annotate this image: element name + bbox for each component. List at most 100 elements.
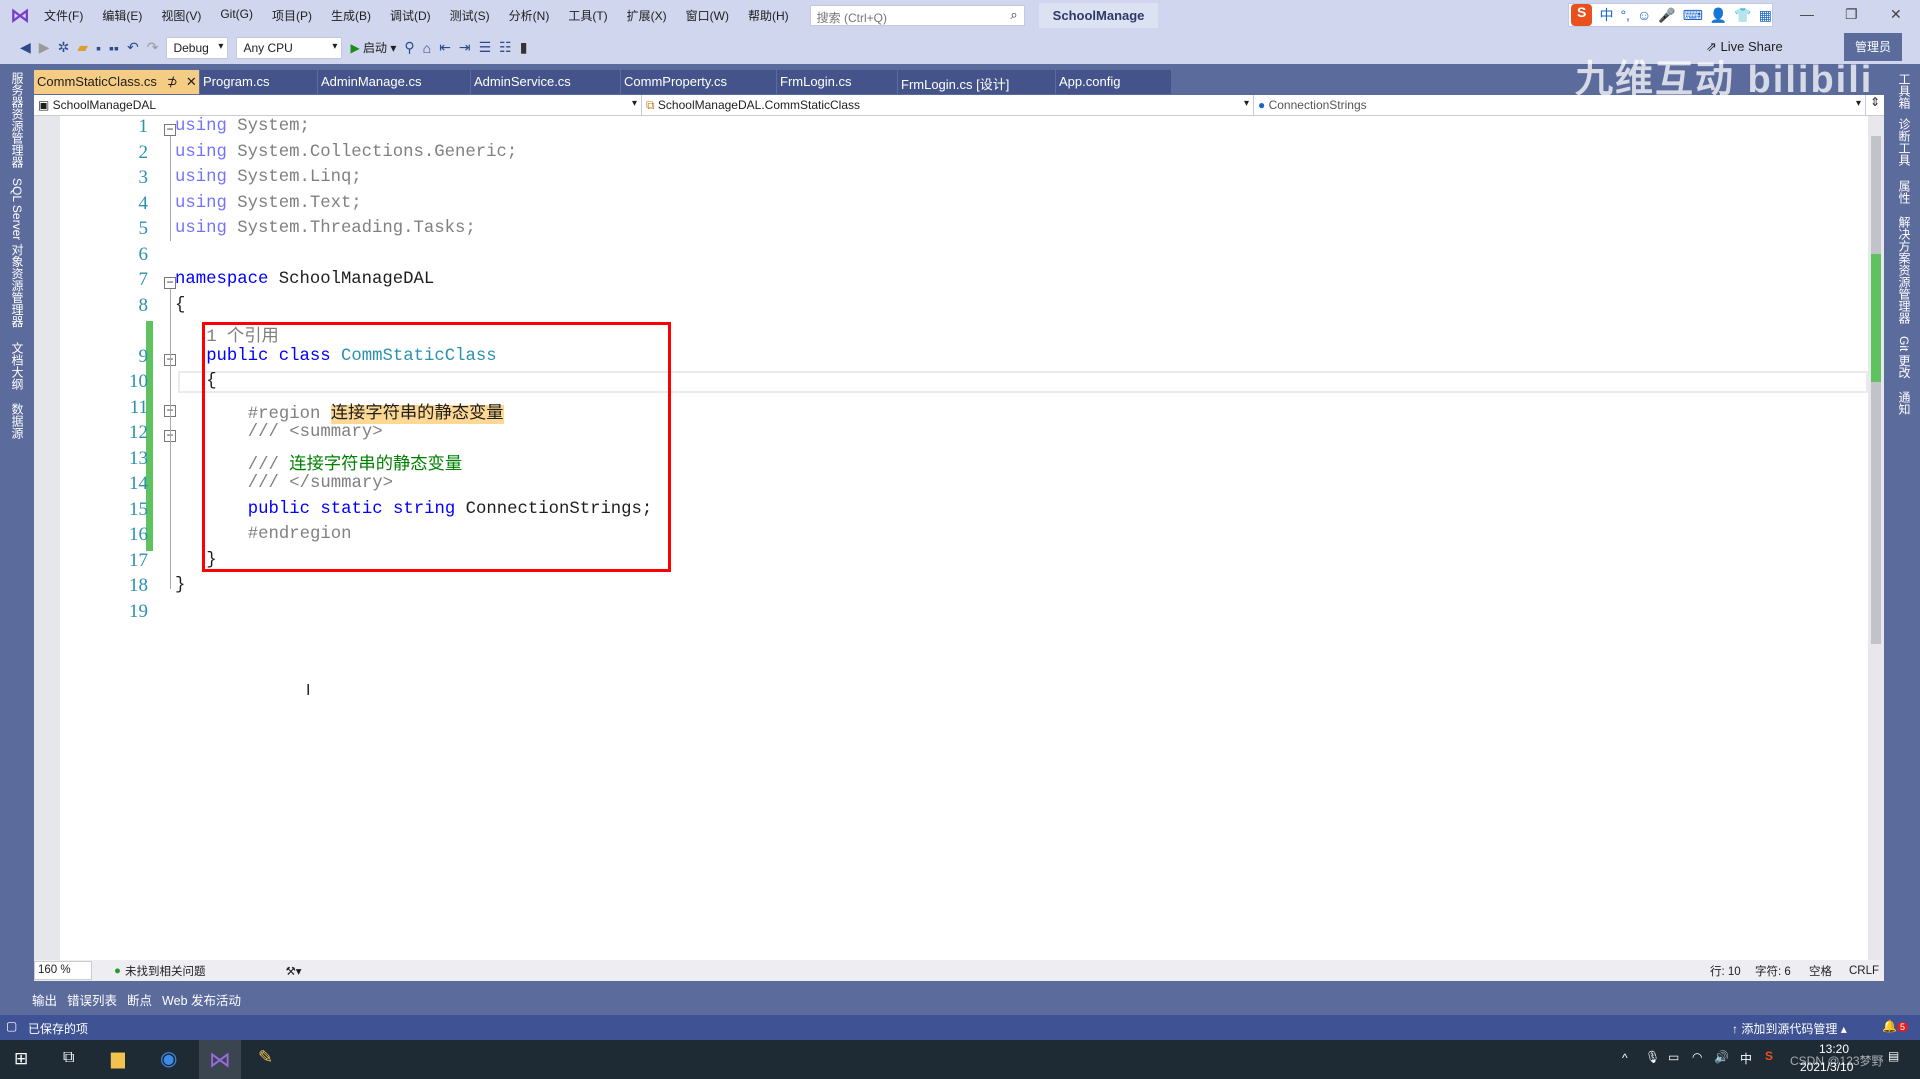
code-cleanup-icon[interactable]: ⚒▾ xyxy=(285,964,301,978)
char-indicator[interactable]: 字符: 6 xyxy=(1755,963,1791,979)
bookmark-icon[interactable]: ▮ xyxy=(520,39,528,56)
issues-status[interactable]: 未找到相关问题 xyxy=(125,963,206,979)
split-icon[interactable]: ⇕ xyxy=(1866,95,1884,115)
minimize-button[interactable]: — xyxy=(1800,6,1814,22)
visual-studio-logo-icon[interactable]: ⋈ xyxy=(10,5,32,27)
notification-bell-icon[interactable]: 🔔 5 xyxy=(1882,1019,1908,1033)
whitespace-indicator[interactable]: 空格 xyxy=(1809,963,1832,979)
wifi-icon[interactable]: ◠ xyxy=(1692,1050,1702,1064)
panel-diagnostics[interactable]: 诊断工具 xyxy=(1896,118,1913,166)
menu-item[interactable]: 编辑(E) xyxy=(102,7,142,24)
ime-button[interactable]: ⌨ xyxy=(1683,7,1703,24)
start-button[interactable]: ▶ 启动 ▾ xyxy=(350,39,396,56)
menu-item[interactable]: 文件(F) xyxy=(44,7,83,24)
tab-commstaticclass-cs[interactable]: CommStaticClass.cs ⊅ ✕ xyxy=(34,70,200,94)
action-center-icon[interactable]: ▤ xyxy=(1888,1049,1899,1063)
line-indicator[interactable]: 行: 10 xyxy=(1710,963,1741,979)
bottom-tab[interactable]: 断点 xyxy=(127,990,152,1009)
menu-item[interactable]: 分析(N) xyxy=(509,7,550,24)
sogou-tray-icon[interactable]: S xyxy=(1765,1049,1773,1063)
panel-toolbox[interactable]: 工具箱 xyxy=(1896,73,1913,109)
tab-frmlogin-cs-[interactable]: FrmLogin.cs [设计] xyxy=(898,70,1056,94)
comment-icon[interactable]: ☰ xyxy=(479,39,492,56)
menu-item[interactable]: 窗口(W) xyxy=(686,7,729,24)
panel-server-explorer[interactable]: 服务器资源管理器 xyxy=(9,72,26,168)
ime-button[interactable]: 中 xyxy=(1599,5,1613,25)
tab-frmlogin-cs[interactable]: FrmLogin.cs xyxy=(777,70,898,94)
menu-item[interactable]: 测试(S) xyxy=(450,7,490,24)
tab-program-cs[interactable]: Program.cs xyxy=(200,70,318,94)
panel-properties[interactable]: 属性 xyxy=(1896,180,1913,204)
ime-button[interactable]: 👤 xyxy=(1710,7,1727,24)
bottom-tab[interactable]: Web 发布活动 xyxy=(162,990,241,1009)
save-icon[interactable]: ▪ xyxy=(96,40,101,56)
search-input[interactable]: 搜索 (Ctrl+Q) ⌕ xyxy=(809,5,1025,26)
bottom-tab[interactable]: 输出 xyxy=(32,990,57,1009)
new-project-icon[interactable]: ✲ xyxy=(58,39,70,56)
microphone-icon[interactable]: 🎙 xyxy=(1645,1050,1660,1064)
menu-item[interactable]: 工具(T) xyxy=(568,7,607,24)
home-icon[interactable]: ⌂ xyxy=(423,40,431,56)
restore-button[interactable]: ❐ xyxy=(1845,6,1858,23)
close-button[interactable]: ✕ xyxy=(1890,6,1902,23)
uncomment-icon[interactable]: ☷ xyxy=(499,39,512,56)
ime-toolbar[interactable]: S 中 °, ☺ 🎤 ⌨ 👤 👕 ▦ xyxy=(1568,3,1773,27)
menu-item[interactable]: 视图(V) xyxy=(161,7,201,24)
tab-app-config[interactable]: App.config xyxy=(1056,70,1172,94)
windows-start-icon[interactable]: ⊞ xyxy=(14,1049,28,1069)
panel-notifications[interactable]: 通知 xyxy=(1896,391,1913,415)
back-icon[interactable]: ◀ xyxy=(20,39,31,56)
tab-adminmanage-cs[interactable]: AdminManage.cs xyxy=(318,70,471,94)
collapse-toggle-icon[interactable]: − xyxy=(164,123,176,136)
tab-adminservice-cs[interactable]: AdminService.cs xyxy=(471,70,621,94)
open-icon[interactable]: ▰ xyxy=(77,39,88,56)
pin-icon[interactable]: ⊅ xyxy=(167,74,178,89)
outdent-icon[interactable]: ⇥ xyxy=(459,39,471,56)
member-dropdown[interactable]: ● ConnectionStrings xyxy=(1254,95,1866,116)
forward-icon[interactable]: ▶ xyxy=(39,39,50,56)
task-view-icon[interactable]: ⧉ xyxy=(63,1049,74,1067)
code-editor[interactable]: 1 2 3 4 5 6 7 8 9 10 11 12 13 14 15 16 17 18 19 using Syste… xyxy=(34,116,1868,960)
sogou-browser-icon[interactable]: ◉ xyxy=(160,1046,177,1071)
undo-icon[interactable]: ↶ xyxy=(127,39,139,56)
config-dropdown[interactable]: Debug xyxy=(166,36,229,59)
panel-document-outline[interactable]: 文档大纲 xyxy=(9,342,26,390)
volume-icon[interactable]: 🔊 xyxy=(1714,1050,1729,1064)
add-to-source-control-button[interactable]: ↑ 添加到源代码管理 ▴ xyxy=(1732,1020,1847,1037)
scrollbar-thumb[interactable] xyxy=(1871,136,1881,644)
tool-app-icon[interactable]: ✎ xyxy=(258,1047,273,1068)
ime-button[interactable]: ▦ xyxy=(1759,7,1772,24)
bottom-tab[interactable]: 错误列表 xyxy=(67,990,117,1009)
ime-button[interactable]: ☺ xyxy=(1637,7,1651,23)
redo-icon[interactable]: ↷ xyxy=(147,39,159,56)
collapse-toggle-icon[interactable]: − xyxy=(164,276,176,289)
panel-solution-explorer[interactable]: 解决方案资源管理器 xyxy=(1896,216,1913,324)
menu-item[interactable]: 生成(B) xyxy=(331,7,371,24)
class-dropdown[interactable]: ⧉ SchoolManageDAL.CommStaticClass xyxy=(642,95,1254,116)
eol-indicator[interactable]: CRLF xyxy=(1849,965,1879,977)
ime-button[interactable]: 👕 xyxy=(1734,7,1751,24)
ime-indicator[interactable]: 中 xyxy=(1740,1050,1752,1067)
platform-dropdown[interactable]: Any CPU xyxy=(236,36,343,59)
menu-item[interactable]: 项目(P) xyxy=(272,7,312,24)
panel-sql-server-explorer[interactable]: SQL Server 对象资源管理器 xyxy=(9,178,26,328)
menu-item[interactable]: 帮助(H) xyxy=(748,7,789,24)
ime-button[interactable]: 🎤 xyxy=(1658,7,1675,24)
project-dropdown[interactable]: ▣ SchoolManageDAL xyxy=(34,95,642,116)
ime-button[interactable]: °, xyxy=(1620,7,1630,23)
indent-icon[interactable]: ⇤ xyxy=(439,39,451,56)
zoom-dropdown[interactable]: 160 % xyxy=(34,961,92,980)
panel-data-sources[interactable]: 数据源 xyxy=(9,403,26,439)
find-icon[interactable]: ⚲ xyxy=(404,39,414,56)
menu-item[interactable]: 调试(D) xyxy=(390,7,431,24)
visual-studio-taskbar-icon[interactable]: ⋈ xyxy=(199,1040,241,1079)
save-all-icon[interactable]: ▪▪ xyxy=(109,40,119,56)
panel-git-changes[interactable]: Git 更改 xyxy=(1896,336,1913,379)
close-tab-icon[interactable]: ✕ xyxy=(186,74,197,89)
file-explorer-icon[interactable]: ▆ xyxy=(111,1048,125,1069)
menu-item[interactable]: 扩展(X) xyxy=(627,7,667,24)
menu-item[interactable]: Git(G) xyxy=(220,7,253,24)
tray-chevron-icon[interactable]: ^ xyxy=(1622,1051,1628,1065)
tab-commproperty-cs[interactable]: CommProperty.cs xyxy=(621,70,777,94)
battery-icon[interactable]: ▭ xyxy=(1668,1050,1679,1064)
